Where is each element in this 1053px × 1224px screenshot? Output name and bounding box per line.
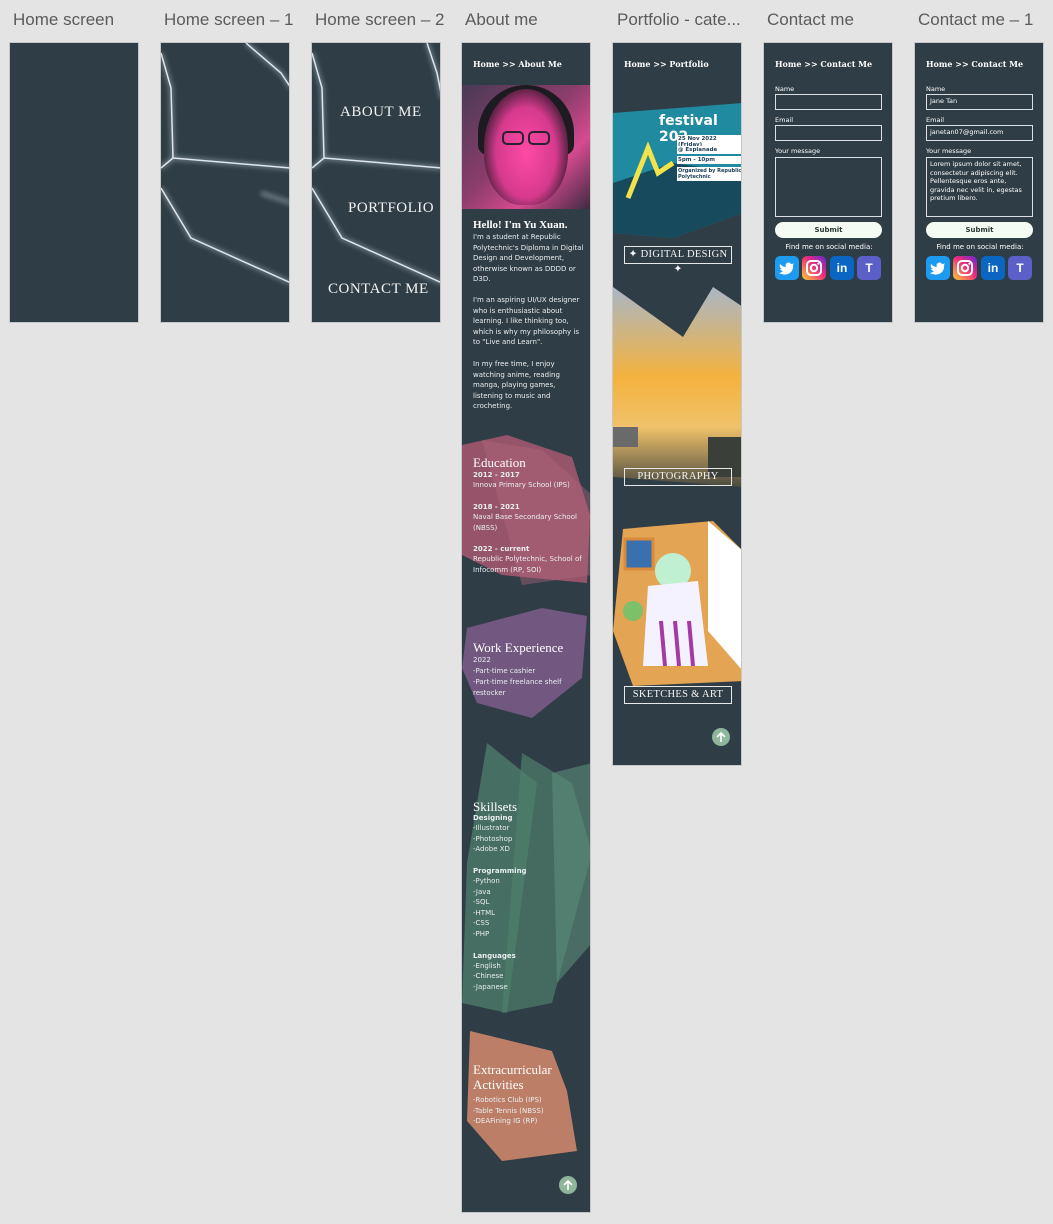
instagram-icon[interactable] (802, 256, 826, 280)
nav-contact-me[interactable]: CONTACT ME (328, 281, 429, 298)
breadcrumb[interactable]: Home >> About Me (473, 59, 562, 69)
photography-label[interactable]: PHOTOGRAPHY (624, 468, 732, 486)
edu-school: Innova Primary School (IPS) (473, 481, 570, 489)
photography-image[interactable] (613, 287, 742, 487)
crack-lines (161, 43, 289, 285)
email-input[interactable]: janetan07@gmail.com (926, 125, 1033, 141)
poster-venue: @ Esplanade (677, 146, 741, 154)
skill-item: -Illustrator (473, 824, 510, 832)
social-caption: Find me on social media: (785, 243, 873, 251)
frame-label-portfolio: Portfolio - cate... (617, 10, 741, 29)
extra-heading: Extracurricular Activities (473, 1062, 552, 1092)
message-label: Your message (775, 147, 821, 155)
edu-years: 2018 - 2021 (473, 503, 520, 511)
sketches-image[interactable] (613, 521, 742, 686)
instagram-icon[interactable] (953, 256, 977, 280)
home-screen-2-frame[interactable]: ABOUT ME PORTFOLIO CONTACT ME (311, 42, 441, 323)
back-to-top-button[interactable] (559, 1176, 577, 1194)
digital-design-label[interactable]: ✦ DIGITAL DESIGN ✦ (624, 246, 732, 275)
work-year: 2022 (473, 656, 491, 664)
teams-icon[interactable]: T (1008, 256, 1032, 280)
name-label: Name (926, 85, 946, 93)
poster-organizer: Organized by Republic Polytechnic (677, 167, 742, 181)
back-to-top-button[interactable] (712, 728, 730, 746)
name-label: Name (775, 85, 795, 93)
name-input[interactable] (775, 94, 882, 110)
teams-icon[interactable]: T (857, 256, 881, 280)
skill-group-title: Designing (473, 814, 513, 822)
name-input[interactable]: Jane Tan (926, 94, 1033, 110)
skill-item: -Java (473, 888, 491, 896)
intro-paragraph-1: I'm a student at Republic Polytechnic's … (473, 233, 584, 283)
skill-item: -Chinese (473, 972, 504, 980)
contact-frame[interactable]: Home >> Contact Me Name Email Your messa… (763, 42, 893, 323)
nav-portfolio[interactable]: PORTFOLIO (348, 200, 434, 217)
linkedin-icon[interactable]: in (981, 256, 1005, 280)
portfolio-frame[interactable]: Home >> Portfolio festival 202 25 Nov 20… (612, 42, 742, 766)
about-me-frame[interactable]: Home >> About Me Hello! I'm Yu Xuan. I'm… (461, 42, 591, 1213)
message-textarea[interactable]: Lorem ipsum dolor sit amet, consectetur … (926, 157, 1033, 217)
skill-item: -Python (473, 877, 500, 885)
education-heading: Education (473, 455, 526, 470)
poster-time: 5pm - 10pm (677, 156, 741, 164)
skill-item: -CSS (473, 919, 490, 927)
edu-school: Naval Base Secondary School (NBSS) (473, 513, 577, 532)
message-label: Your message (926, 147, 972, 155)
skill-item: -Photoshop (473, 835, 513, 843)
skill-group-title: Programming (473, 867, 527, 875)
frame-label-contact-1: Contact me – 1 (918, 10, 1034, 29)
work-item: -Part-time freelance shelf restocker (473, 678, 562, 697)
work-item: -Part-time cashier (473, 667, 536, 675)
submit-button[interactable]: Submit (775, 222, 882, 238)
breadcrumb[interactable]: Home >> Contact Me (926, 59, 1023, 69)
skill-item: -PHP (473, 930, 490, 938)
email-label: Email (926, 116, 945, 124)
frame-label-home-1: Home screen – 1 (164, 10, 294, 29)
contact-filled-frame[interactable]: Home >> Contact Me Name Jane Tan Email j… (914, 42, 1044, 323)
edu-years: 2012 - 2017 (473, 471, 520, 479)
work-heading: Work Experience (473, 640, 564, 655)
message-textarea[interactable] (775, 157, 882, 217)
social-caption: Find me on social media: (936, 243, 1024, 251)
twitter-icon[interactable] (926, 256, 950, 280)
frame-label-home: Home screen (13, 10, 115, 29)
skill-item: -Japanese (473, 983, 508, 991)
hello-heading: Hello! I'm Yu Xuan. (473, 219, 568, 231)
submit-button[interactable]: Submit (926, 222, 1033, 238)
frame-label-about: About me (465, 10, 538, 29)
profile-photo (462, 85, 590, 209)
breadcrumb[interactable]: Home >> Portfolio (624, 59, 709, 69)
skill-group-title: Languages (473, 952, 516, 960)
email-input[interactable] (775, 125, 882, 141)
edu-school: Republic Polytechnic, School of Infocomm… (473, 555, 582, 574)
frame-label-home-2: Home screen – 2 (315, 10, 445, 29)
extra-item: -DEAFining IG (RP) (473, 1117, 538, 1125)
home-screen-1-frame[interactable] (160, 42, 290, 323)
arrow-up-icon (716, 731, 726, 742)
nav-about-me[interactable]: ABOUT ME (340, 104, 422, 121)
edu-years: 2022 - current (473, 545, 530, 553)
skill-item: -English (473, 962, 501, 970)
extra-item: -Robotics Club (IPS) (473, 1096, 542, 1104)
frame-label-contact: Contact me (767, 10, 854, 29)
linkedin-icon[interactable]: in (830, 256, 854, 280)
extra-item: -Table Tennis (NBSS) (473, 1107, 544, 1115)
arrow-up-icon (563, 1179, 573, 1190)
email-label: Email (775, 116, 794, 124)
intro-paragraph-2: I'm an aspiring UI/UX designer who is en… (473, 296, 580, 346)
twitter-icon[interactable] (775, 256, 799, 280)
home-screen-frame[interactable] (9, 42, 139, 323)
skill-item: -Adobe XD (473, 845, 510, 853)
breadcrumb[interactable]: Home >> Contact Me (775, 59, 872, 69)
skill-item: -SQL (473, 898, 490, 906)
intro-paragraph-3: In my free time, I enjoy watching anime,… (473, 360, 560, 410)
sketches-label[interactable]: SKETCHES & ART (624, 686, 732, 704)
skill-item: -HTML (473, 909, 496, 917)
